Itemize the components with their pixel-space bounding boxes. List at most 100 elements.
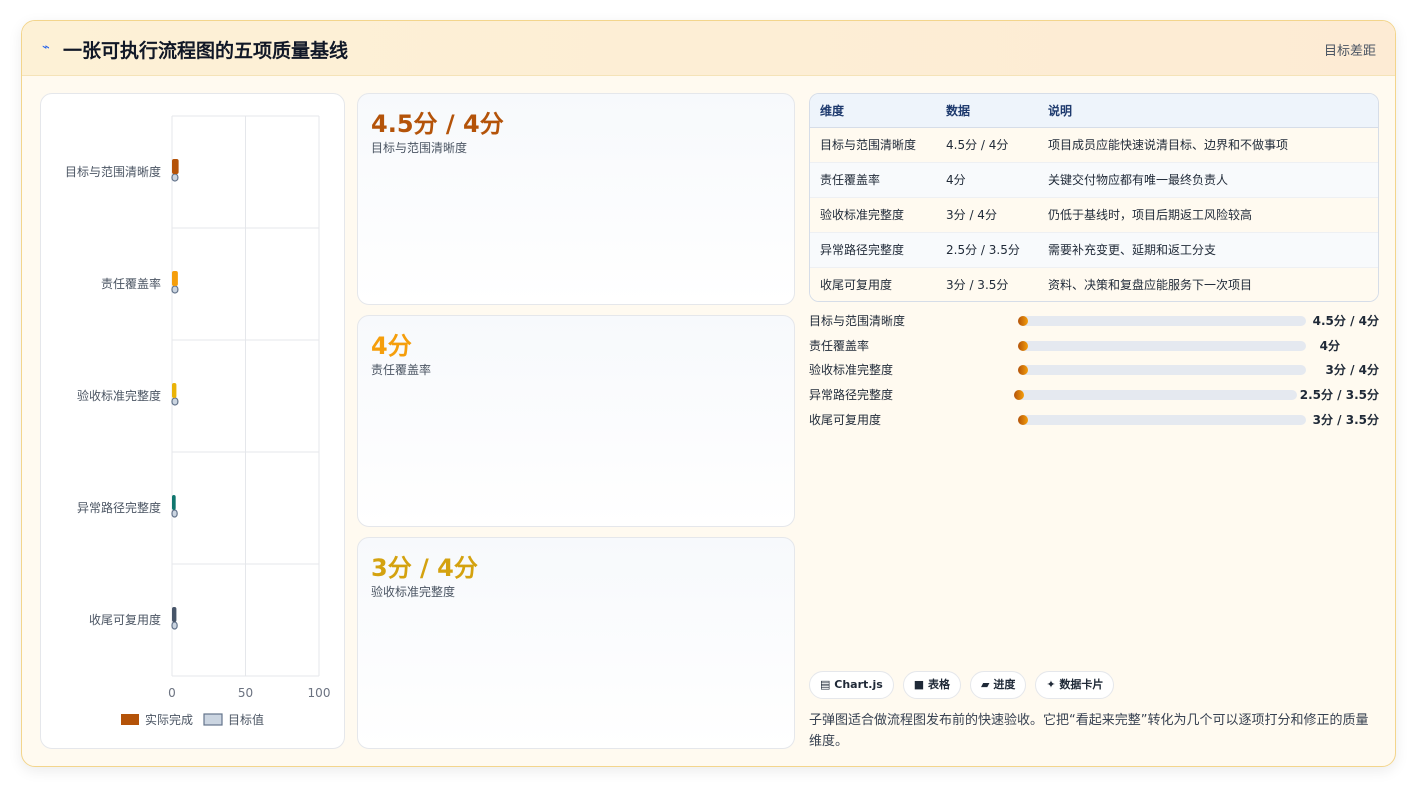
x-tick-label: 50: [238, 686, 253, 700]
progress-fill: [1018, 415, 1028, 425]
tag-chips: ▤ Chart.js ■ 表格 ▰ 进度 ✦ 数据卡片: [809, 671, 1115, 699]
progress-row: 目标与范围清晰度 4.5分 / 4分: [809, 313, 1379, 329]
progress-value: 3分 / 4分: [1325, 363, 1379, 377]
progress-value: 4.5分 / 4分: [1312, 314, 1379, 328]
progress-fill: [1018, 341, 1028, 351]
progress-label: 异常路径完整度: [809, 388, 894, 402]
table-cell: 目标与范围清晰度: [810, 127, 946, 163]
progress-fill: [1014, 390, 1024, 400]
progress-label: 收尾可复用度: [809, 413, 882, 427]
progress-label: 验收标准完整度: [809, 363, 894, 377]
table-cell: 3分 / 3.5分: [946, 267, 1048, 301]
chip-table[interactable]: ■ 表格: [902, 671, 962, 699]
actual-bar: [172, 607, 177, 622]
actual-bar: [172, 495, 176, 510]
table-cell: 4分: [946, 162, 1048, 198]
page-title: 一张可执行流程图的五项质量基线: [63, 40, 349, 62]
metric-card-value: 3分 / 4分: [371, 554, 478, 582]
legend-label-target: 目标值: [228, 712, 264, 727]
progress-track: [1018, 415, 1306, 425]
table-cell: 责任覆盖率: [810, 162, 946, 198]
progress-value: 4分: [1319, 339, 1340, 353]
target-bar: [171, 397, 179, 406]
chip-label: 进度: [993, 678, 1016, 691]
progress-label: 责任覆盖率: [809, 339, 870, 353]
category-label: 验收标准完整度: [77, 388, 161, 403]
progress-fill: [1018, 365, 1028, 375]
metric-card-label: 目标与范围清晰度: [371, 141, 468, 155]
sparkle-icon: ✦: [1046, 678, 1056, 691]
dashboard-window: ⌁ 一张可执行流程图的五项质量基线 目标差距 0 50 100 目标与范围清晰度 责任覆…: [21, 20, 1396, 767]
chip-chartjs[interactable]: ▤ Chart.js: [809, 671, 894, 699]
legend-swatch-target: [203, 713, 223, 726]
x-tick-label: 100: [308, 686, 331, 700]
table-cell: 2.5分 / 3.5分: [946, 232, 1048, 268]
metric-card-label: 责任覆盖率: [371, 363, 432, 377]
metric-card: 4分 责任覆盖率: [357, 315, 795, 527]
chart-icon: ▤: [820, 678, 831, 691]
progress-track: [1018, 365, 1306, 375]
legend-label-actual: 实际完成: [145, 712, 193, 727]
table-cell: 收尾可复用度: [810, 267, 946, 301]
progress-track: [1018, 341, 1306, 351]
table-cell: 仍低于基线时，项目后期返工风险较高: [1048, 197, 1378, 233]
table-cell: 异常路径完整度: [810, 232, 946, 268]
table-header-cell: 说明: [1048, 94, 1378, 128]
metric-card: 4.5分 / 4分 目标与范围清晰度: [357, 93, 795, 305]
category-label: 责任覆盖率: [101, 276, 161, 291]
category-label: 异常路径完整度: [77, 500, 161, 515]
target-bar: [171, 621, 178, 630]
bullet-chart-panel: 0 50 100 目标与范围清晰度责任覆盖率验收标准完整度 异常路径完整度收尾可复用度实…: [40, 93, 345, 749]
x-tick-label: 0: [168, 686, 176, 700]
table-cell: 资料、决策和复盘应能服务下一次项目: [1048, 267, 1378, 301]
target-bar: [171, 285, 179, 294]
progress-fill: [1018, 316, 1028, 326]
table-cell: 3分 / 4分: [946, 197, 1048, 233]
table-row: 验收标准完整度 3分 / 4分 仍低于基线时，项目后期返工风险较高: [810, 197, 1378, 233]
table-cell: 验收标准完整度: [810, 197, 946, 233]
bolt-icon: ⌁: [42, 40, 50, 55]
actual-bar: [172, 159, 179, 174]
progress-track: [1014, 390, 1297, 400]
category-label: 收尾可复用度: [89, 612, 161, 627]
header-bar: ⌁ 一张可执行流程图的五项质量基线 目标差距: [22, 21, 1395, 76]
description-text: 子弹图适合做流程图发布前的快速验收。它把“看起来完整”转化为几个可以逐项打分和修…: [809, 713, 1369, 749]
table-cell: 关键交付物应都有唯一最终负责人: [1048, 162, 1378, 198]
table-row: 收尾可复用度 3分 / 3.5分 资料、决策和复盘应能服务下一次项目: [810, 267, 1378, 301]
progress-row: 收尾可复用度 3分 / 3.5分: [809, 412, 1379, 428]
table-cell: 项目成员应能快速说清目标、边界和不做事项: [1048, 127, 1378, 163]
chip-progress[interactable]: ▰ 进度: [970, 671, 1027, 699]
metric-card-label: 验收标准完整度: [371, 585, 456, 599]
table-header-row: 维度 数据 说明: [810, 94, 1378, 128]
progress-label: 目标与范围清晰度: [809, 314, 906, 328]
progress-track: [1018, 316, 1306, 326]
progress-row: 验收标准完整度 3分 / 4分: [809, 362, 1379, 378]
chip-label: Chart.js: [834, 678, 883, 691]
target-bar: [171, 509, 178, 518]
table-header-cell: 数据: [946, 94, 1048, 128]
target-bar: [171, 173, 179, 182]
table-cell: 需要补充变更、延期和返工分支: [1048, 232, 1378, 268]
table-icon: ■: [913, 678, 925, 691]
table-row: 异常路径完整度 2.5分 / 3.5分 需要补充变更、延期和返工分支: [810, 232, 1378, 268]
metric-card-value: 4.5分 / 4分: [371, 110, 504, 138]
table-row: 责任覆盖率 4分 关键交付物应都有唯一最终负责人: [810, 162, 1378, 198]
progress-row: 责任覆盖率 4分: [809, 338, 1379, 354]
table-cell: 4.5分 / 4分: [946, 127, 1048, 163]
gap-label: 目标差距: [1323, 44, 1376, 59]
bullet-chart: 0 50 100 目标与范围清晰度责任覆盖率验收标准完整度异常路径完整度收尾可复用度实…: [65, 115, 331, 727]
progress-value: 2.5分 / 3.5分: [1299, 388, 1379, 402]
progress-value: 3分 / 3.5分: [1312, 413, 1379, 427]
progress-icon: ▰: [981, 678, 990, 691]
legend-swatch-actual: [121, 714, 139, 725]
metric-card-value: 4分: [371, 332, 412, 360]
table-header-cell: 维度: [810, 94, 946, 128]
chip-label: 表格: [928, 678, 951, 691]
metric-card: 3分 / 4分 验收标准完整度: [357, 537, 795, 749]
category-label: 目标与范围清晰度: [65, 164, 161, 179]
table-row: 目标与范围清晰度 4.5分 / 4分 项目成员应能快速说清目标、边界和不做事项: [810, 127, 1378, 163]
actual-bar: [172, 383, 177, 398]
actual-bar: [172, 271, 178, 286]
data-table: 维度 数据 说明 目标与范围清晰度 4.5分 / 4分 项目成员应能快速说清目标…: [809, 93, 1379, 302]
chip-data-card[interactable]: ✦ 数据卡片: [1035, 671, 1115, 699]
